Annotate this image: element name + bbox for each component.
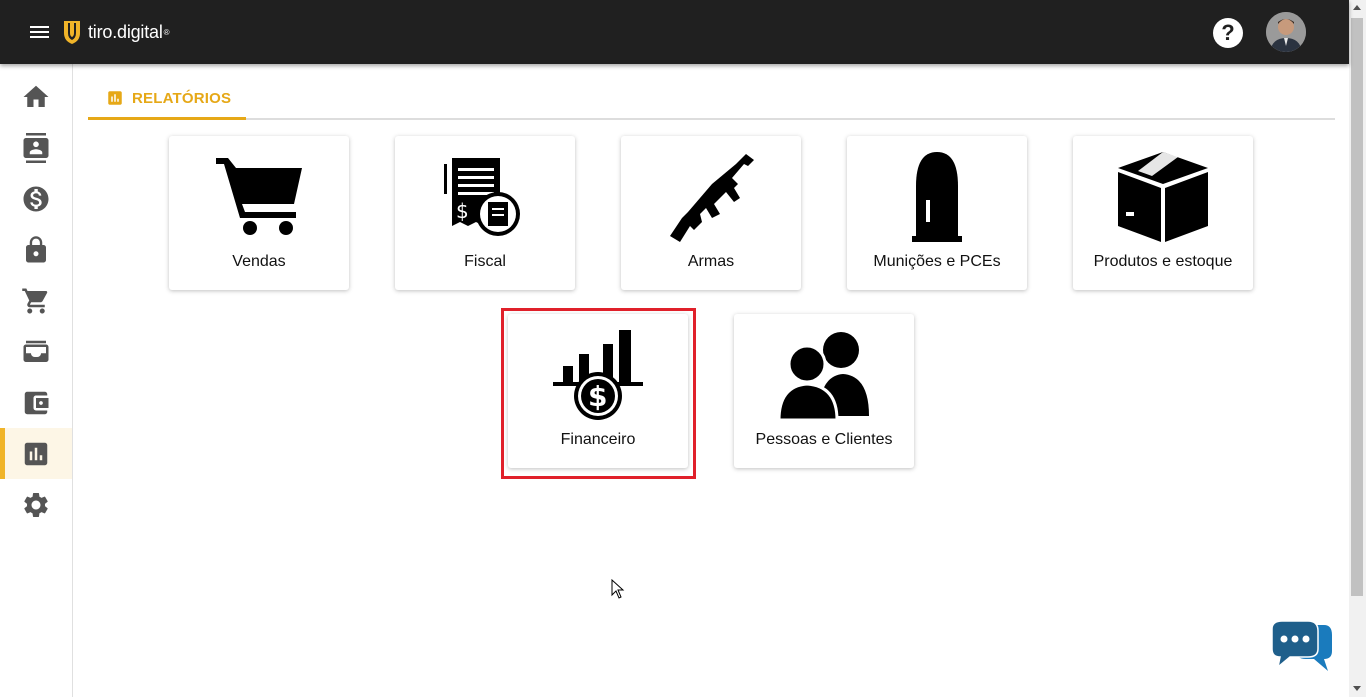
card-label: Munições e PCEs (873, 253, 1001, 270)
scroll-down-icon[interactable] (1353, 686, 1361, 691)
card-label: Produtos e estoque (1093, 253, 1233, 270)
help-icon[interactable]: ? (1213, 18, 1243, 48)
logo-text: tiro.digital (88, 21, 163, 42)
sidebar-item-cart[interactable] (0, 275, 72, 326)
report-card-municoes[interactable]: Munições e PCEs (847, 136, 1027, 290)
sidebar-item-security[interactable] (0, 224, 72, 275)
report-card-vendas[interactable]: Vendas (169, 136, 349, 290)
cart-icon (22, 288, 48, 313)
hamburger-menu-icon[interactable] (22, 18, 58, 46)
sidebar-item-finance[interactable] (0, 173, 72, 224)
wallet-icon (24, 391, 49, 414)
tab-bar: RELATÓRIOS (88, 79, 1335, 120)
sidebar-item-settings[interactable] (0, 479, 72, 530)
sidebar-item-contacts[interactable] (0, 122, 72, 173)
selection-highlight (501, 308, 696, 479)
top-app-bar: tiro.digital ® ? (0, 0, 1349, 64)
bullet-icon (912, 152, 962, 242)
people-icon (779, 332, 869, 420)
shield-logo-icon (64, 21, 80, 44)
contact-card-icon (23, 132, 49, 163)
box-icon (1118, 152, 1208, 242)
scroll-thumb[interactable] (1351, 18, 1363, 596)
gear-icon (24, 492, 48, 517)
rifle-icon (670, 154, 754, 242)
dollar-icon (23, 186, 49, 211)
tab-label: RELATÓRIOS (132, 89, 232, 107)
chat-bubbles-icon (1271, 620, 1332, 671)
sidebar-item-reports[interactable] (0, 428, 72, 479)
inbox-icon (23, 340, 49, 362)
app-logo[interactable]: tiro.digital ® (62, 18, 170, 46)
bar-chart-icon (108, 91, 122, 105)
card-label: Fiscal (464, 253, 506, 270)
bar-chart-icon (24, 442, 48, 465)
chat-widget-button[interactable] (1270, 619, 1334, 675)
user-avatar[interactable] (1266, 12, 1306, 52)
sidebar-item-wallet[interactable] (0, 377, 72, 428)
card-label: Armas (687, 253, 735, 270)
cart-icon (216, 158, 302, 235)
tab-relatorios[interactable]: RELATÓRIOS (88, 79, 246, 120)
registered-mark: ® (163, 27, 170, 37)
home-icon (23, 85, 49, 107)
mouse-cursor-icon (611, 579, 625, 599)
card-label: Pessoas e Clientes (755, 431, 893, 448)
report-card-produtos[interactable]: Produtos e estoque (1073, 136, 1253, 290)
report-card-fiscal[interactable]: $ Fiscal (395, 136, 575, 290)
report-card-armas[interactable]: Armas (621, 136, 801, 290)
scroll-up-icon[interactable] (1353, 5, 1361, 10)
sidebar-nav (0, 64, 73, 697)
svg-text:$: $ (456, 199, 469, 223)
sidebar-item-home[interactable] (0, 71, 72, 122)
sidebar-item-inbox[interactable] (0, 326, 72, 377)
receipt-icon: $ (444, 158, 520, 236)
lock-icon (26, 235, 46, 262)
card-label: Vendas (232, 253, 286, 270)
vertical-scrollbar[interactable] (1349, 0, 1366, 697)
report-card-pessoas[interactable]: Pessoas e Clientes (734, 314, 914, 468)
